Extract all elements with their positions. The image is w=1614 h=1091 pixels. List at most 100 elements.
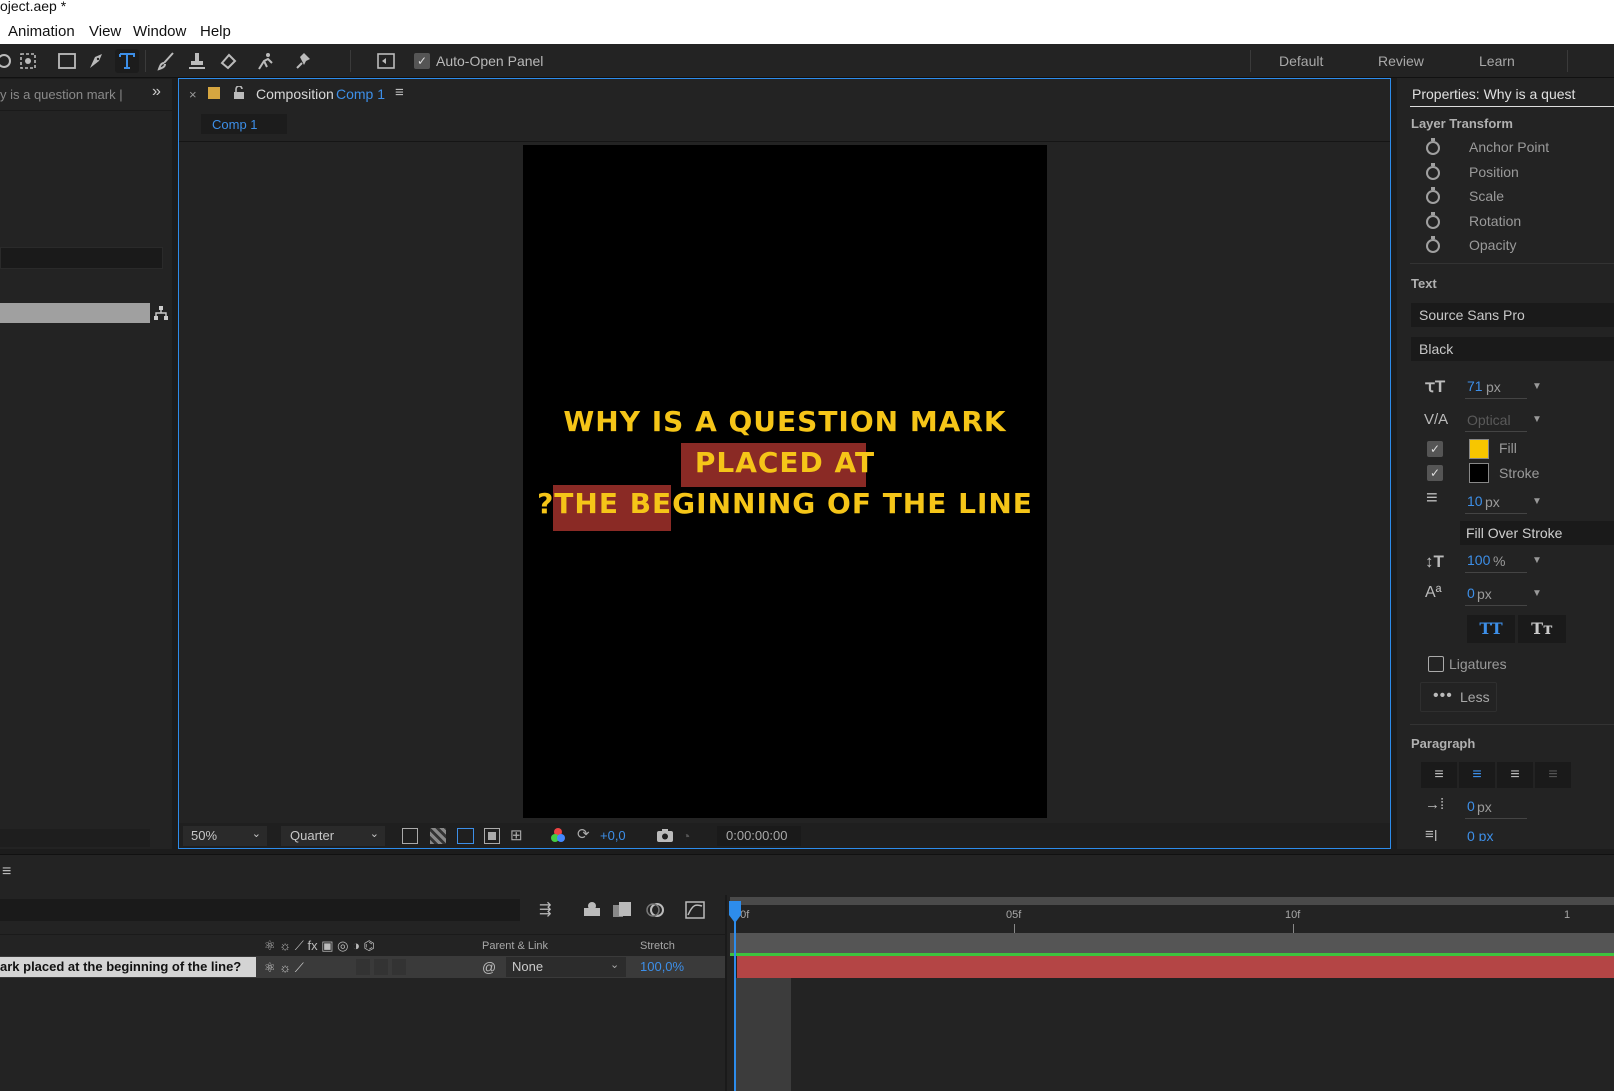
justify-icon[interactable]: ≡ bbox=[1535, 762, 1571, 788]
chevron-down-icon[interactable]: ▼ bbox=[1532, 414, 1542, 425]
layer-row[interactable]: ark placed at the beginning of the line?… bbox=[0, 956, 725, 978]
workspace-review[interactable]: Review bbox=[1378, 53, 1424, 69]
mask-visibility-icon[interactable] bbox=[457, 828, 474, 844]
flowchart-icon[interactable] bbox=[152, 304, 170, 322]
timeline-search-input[interactable] bbox=[0, 899, 520, 921]
indent2-value[interactable]: 0 px bbox=[1467, 830, 1493, 841]
comp-canvas[interactable]: WHY IS A QUESTION MARK PLACED AT ?THE BE… bbox=[523, 145, 1047, 818]
fill-color-swatch[interactable] bbox=[1469, 439, 1489, 459]
current-time-display[interactable]: 0:00:00:00 bbox=[717, 826, 801, 846]
menu-view[interactable]: View bbox=[89, 23, 121, 40]
playhead-line[interactable] bbox=[734, 921, 736, 1091]
layer-switch-slot[interactable] bbox=[392, 959, 406, 975]
menu-window[interactable]: Window bbox=[133, 23, 186, 40]
chevron-down-icon[interactable]: ▼ bbox=[1532, 381, 1542, 392]
parent-dropdown[interactable]: None ⌄ bbox=[506, 957, 626, 977]
all-caps-button[interactable]: TT bbox=[1467, 615, 1515, 643]
text-heading[interactable]: Text bbox=[1411, 276, 1437, 291]
clone-stamp-icon[interactable] bbox=[185, 49, 209, 73]
stopwatch-icon[interactable] bbox=[1426, 138, 1440, 155]
pickwhip-icon[interactable]: @ bbox=[482, 959, 496, 975]
fill-over-stroke-dropdown[interactable]: Fill Over Stroke bbox=[1460, 521, 1614, 545]
kerning-value[interactable]: Optical bbox=[1467, 412, 1511, 428]
layer-switch-icons[interactable]: ⚛ ☼ ⟋ bbox=[264, 960, 304, 976]
indent-value[interactable]: 0 bbox=[1467, 798, 1475, 814]
ligatures-checkbox[interactable] bbox=[1428, 656, 1444, 672]
comp-tab-prefix[interactable]: Composition bbox=[256, 86, 334, 102]
rectangle-tool-icon[interactable] bbox=[55, 49, 79, 73]
brush-tool-icon[interactable] bbox=[154, 49, 178, 73]
region-of-interest-icon[interactable] bbox=[484, 828, 500, 844]
stopwatch-icon[interactable] bbox=[1426, 163, 1440, 180]
time-ruler[interactable]: 00f 05f 10f 1 bbox=[730, 905, 1614, 933]
expand-panels-icon[interactable]: » bbox=[152, 83, 161, 101]
comp-flow-chip[interactable]: Comp 1 bbox=[201, 114, 287, 134]
project-search-input[interactable] bbox=[0, 247, 163, 269]
stretch-header[interactable]: Stretch bbox=[640, 940, 675, 952]
stroke-color-swatch[interactable] bbox=[1469, 463, 1489, 483]
prop-scale[interactable]: Scale bbox=[1469, 188, 1504, 204]
comp-tab-name[interactable]: Comp 1 bbox=[336, 86, 385, 102]
layer-duration-bar[interactable] bbox=[737, 956, 1614, 978]
properties-title[interactable]: Properties: Why is a quest bbox=[1412, 86, 1575, 102]
fast-preview-icon[interactable] bbox=[402, 828, 418, 844]
stopwatch-icon[interactable] bbox=[1426, 212, 1440, 229]
work-area-bar[interactable] bbox=[730, 897, 1614, 905]
prop-rotation[interactable]: Rotation bbox=[1469, 213, 1521, 229]
graph-editor-icon[interactable] bbox=[684, 900, 706, 920]
chevron-down-icon[interactable]: ▼ bbox=[1532, 496, 1542, 507]
camera-orbit-icon[interactable] bbox=[16, 49, 40, 73]
chevron-down-icon[interactable]: ▼ bbox=[1532, 555, 1542, 566]
lock-icon[interactable] bbox=[233, 85, 245, 100]
paragraph-heading[interactable]: Paragraph bbox=[1411, 736, 1475, 751]
puppet-pin-icon[interactable] bbox=[292, 49, 316, 73]
rotate-tool-icon[interactable] bbox=[0, 49, 16, 73]
font-size-value[interactable]: 71 bbox=[1467, 378, 1483, 394]
align-right-icon[interactable]: ≡ bbox=[1497, 762, 1533, 788]
panel-toggle-icon[interactable] bbox=[374, 49, 398, 73]
eraser-tool-icon[interactable] bbox=[216, 49, 240, 73]
parent-link-header[interactable]: Parent & Link bbox=[482, 940, 548, 952]
align-left-icon[interactable]: ≡ bbox=[1421, 762, 1457, 788]
stroke-width-value[interactable]: 10 bbox=[1467, 493, 1483, 509]
exposure-value[interactable]: +0,0 bbox=[600, 828, 626, 843]
prop-opacity[interactable]: Opacity bbox=[1469, 237, 1516, 253]
menu-animation[interactable]: Animation bbox=[8, 23, 75, 40]
comp-flowchart-icon[interactable]: ⇶ bbox=[539, 900, 561, 920]
timeline-menu-icon[interactable]: ≡ bbox=[2, 863, 11, 881]
roto-brush-icon[interactable] bbox=[254, 49, 278, 73]
align-center-icon[interactable]: ≡ bbox=[1459, 762, 1495, 788]
project-tab-label[interactable]: y is a question mark | bbox=[0, 87, 123, 102]
grid-guides-icon[interactable]: ⊞ bbox=[510, 827, 528, 845]
resolution-dropdown[interactable]: Quarter ⌄ bbox=[281, 826, 385, 846]
frame-blending-icon[interactable] bbox=[611, 900, 633, 920]
zoom-dropdown[interactable]: 50% ⌄ bbox=[183, 826, 267, 846]
stretch-value[interactable]: 100,0% bbox=[640, 959, 684, 974]
small-caps-button[interactable]: Tт bbox=[1518, 615, 1566, 643]
shy-layers-icon[interactable] bbox=[581, 900, 603, 920]
type-tool-icon[interactable] bbox=[115, 49, 139, 73]
less-button[interactable]: ••• Less bbox=[1420, 682, 1497, 712]
stopwatch-icon[interactable] bbox=[1426, 236, 1440, 253]
prop-position[interactable]: Position bbox=[1469, 164, 1519, 180]
fill-checkbox[interactable]: ✓ bbox=[1427, 441, 1443, 457]
layer-switch-slot[interactable] bbox=[356, 959, 370, 975]
panel-menu-icon[interactable]: ≡ bbox=[395, 84, 404, 101]
close-tab-icon[interactable]: × bbox=[189, 87, 197, 102]
auto-open-checkbox[interactable]: ✓ bbox=[414, 53, 430, 69]
snapshot-camera-icon[interactable] bbox=[656, 828, 674, 843]
stroke-checkbox[interactable]: ✓ bbox=[1427, 465, 1443, 481]
playhead-handle[interactable] bbox=[728, 901, 742, 923]
exposure-reset-icon[interactable]: ⟳ bbox=[577, 827, 593, 843]
leading-value[interactable]: 100 bbox=[1467, 552, 1490, 568]
layer-switch-slot[interactable] bbox=[374, 959, 388, 975]
project-selected-row[interactable] bbox=[0, 303, 150, 323]
color-channels-icon[interactable] bbox=[550, 827, 566, 843]
baseline-value[interactable]: 0 bbox=[1467, 585, 1475, 601]
layer-name-box[interactable]: ark placed at the beginning of the line? bbox=[0, 957, 256, 977]
transparency-grid-icon[interactable] bbox=[430, 828, 446, 844]
prop-anchor-point[interactable]: Anchor Point bbox=[1469, 139, 1549, 155]
font-style-dropdown[interactable]: Black bbox=[1411, 337, 1614, 361]
layer-name[interactable]: ark placed at the beginning of the line? bbox=[0, 959, 241, 974]
workspace-default[interactable]: Default bbox=[1279, 53, 1323, 69]
